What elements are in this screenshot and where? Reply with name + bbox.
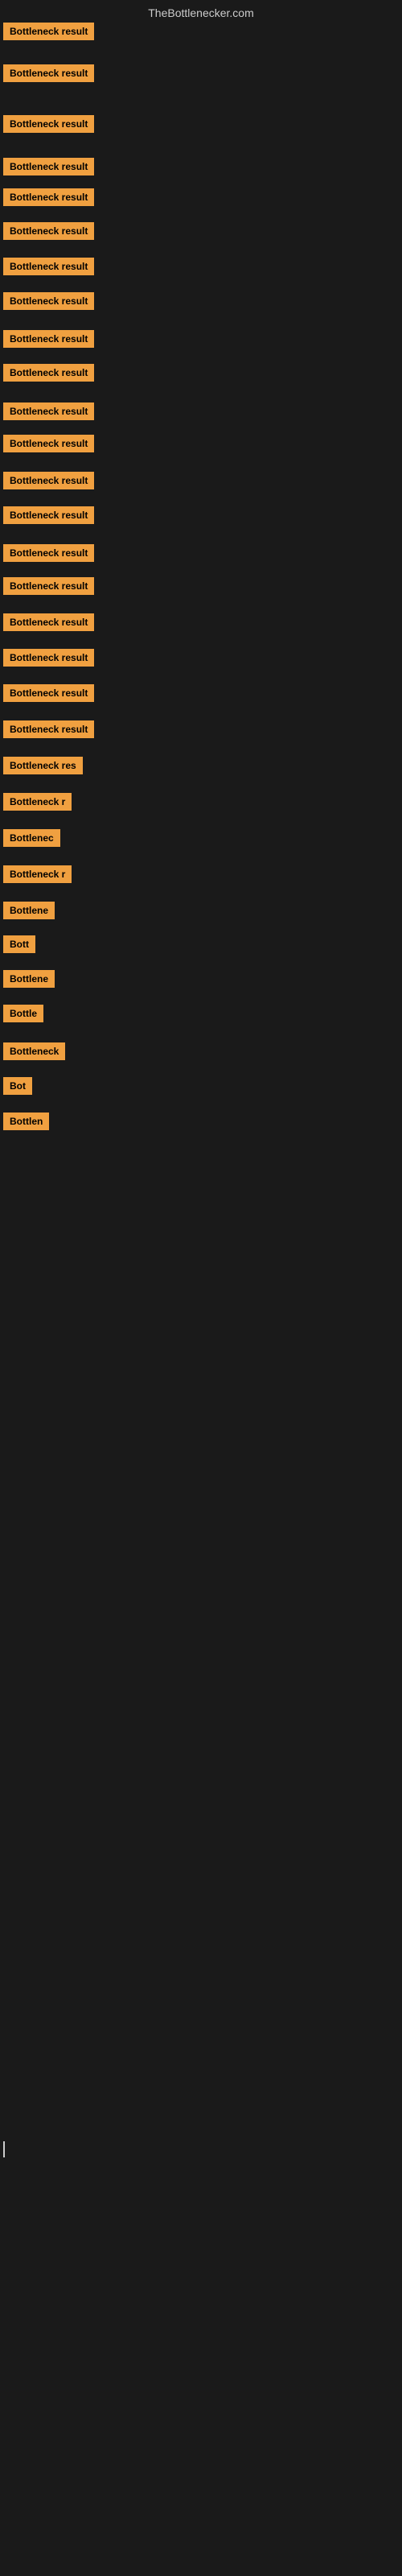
bottleneck-badge[interactable]: Bottlen [3, 1113, 49, 1130]
bottleneck-badge[interactable]: Bottleneck result [3, 684, 94, 702]
bottleneck-badge[interactable]: Bottlene [3, 970, 55, 988]
result-row: Bottleneck [0, 1042, 402, 1080]
bottleneck-badge[interactable]: Bottleneck result [3, 402, 94, 420]
bottleneck-badge[interactable]: Bottleneck r [3, 793, 72, 811]
bottleneck-badge[interactable]: Bottleneck result [3, 544, 94, 562]
result-row: Bottleneck result [0, 64, 402, 101]
result-row: Bottleneck result [0, 649, 402, 686]
bottleneck-badge[interactable]: Bottleneck result [3, 330, 94, 348]
result-row: Bottleneck result [0, 188, 402, 225]
result-row: Bottleneck result [0, 506, 402, 543]
bottleneck-badge[interactable]: Bot [3, 1077, 32, 1095]
bottleneck-badge[interactable]: Bottleneck [3, 1042, 65, 1060]
bottleneck-badge[interactable]: Bottleneck result [3, 472, 94, 489]
bottleneck-badge[interactable]: Bottleneck result [3, 292, 94, 310]
bottleneck-badge[interactable]: Bottleneck result [3, 64, 94, 82]
bottleneck-badge[interactable]: Bottleneck result [3, 506, 94, 524]
result-row: Bottleneck result [0, 222, 402, 259]
bottleneck-badge[interactable]: Bottleneck result [3, 23, 94, 40]
result-row: Bottlene [0, 970, 402, 1007]
result-row: Bottleneck r [0, 865, 402, 902]
result-row: Bottleneck result [0, 330, 402, 367]
result-row: Bottleneck r [0, 793, 402, 830]
result-row: Bottleneck result [0, 720, 402, 758]
result-row: Bottlen [0, 1113, 402, 1150]
bottleneck-badge[interactable]: Bottleneck result [3, 158, 94, 175]
bottleneck-badge[interactable]: Bottleneck r [3, 865, 72, 883]
result-row: Bottleneck result [0, 115, 402, 152]
bottleneck-badge[interactable]: Bottlene [3, 902, 55, 919]
page-container: TheBottlenecker.com Bottleneck resultBot… [0, 0, 402, 2576]
bottleneck-badge[interactable]: Bott [3, 935, 35, 953]
result-row: Bot [0, 1077, 402, 1114]
result-row: Bott [0, 935, 402, 972]
bottleneck-badge[interactable]: Bottleneck result [3, 613, 94, 631]
bottleneck-badge[interactable]: Bottleneck result [3, 720, 94, 738]
result-row: Bottle [0, 1005, 402, 1042]
bottleneck-badge[interactable]: Bottleneck result [3, 577, 94, 595]
result-row: Bottleneck result [0, 364, 402, 401]
result-row: Bottleneck result [0, 684, 402, 721]
result-row: Bottleneck result [0, 292, 402, 329]
result-row: Bottleneck result [0, 613, 402, 650]
cursor-line [3, 2141, 5, 2157]
result-row: Bottleneck result [0, 258, 402, 295]
result-row: Bottleneck result [0, 577, 402, 614]
bottleneck-badge[interactable]: Bottlenec [3, 829, 60, 847]
bottleneck-badge[interactable]: Bottle [3, 1005, 43, 1022]
bottleneck-badge[interactable]: Bottleneck result [3, 222, 94, 240]
bottleneck-badge[interactable]: Bottleneck result [3, 364, 94, 382]
result-row: Bottleneck result [0, 435, 402, 472]
bottleneck-badge[interactable]: Bottleneck result [3, 649, 94, 667]
result-row: Bottleneck res [0, 757, 402, 794]
bottleneck-badge[interactable]: Bottleneck result [3, 435, 94, 452]
result-row: Bottleneck result [0, 544, 402, 581]
bottleneck-badge[interactable]: Bottleneck res [3, 757, 83, 774]
bottleneck-badge[interactable]: Bottleneck result [3, 258, 94, 275]
result-row: Bottleneck result [0, 23, 402, 60]
result-row: Bottlenec [0, 829, 402, 866]
result-row: Bottlene [0, 902, 402, 939]
bottleneck-badge[interactable]: Bottleneck result [3, 115, 94, 133]
bottleneck-badge[interactable]: Bottleneck result [3, 188, 94, 206]
result-row: Bottleneck result [0, 472, 402, 509]
